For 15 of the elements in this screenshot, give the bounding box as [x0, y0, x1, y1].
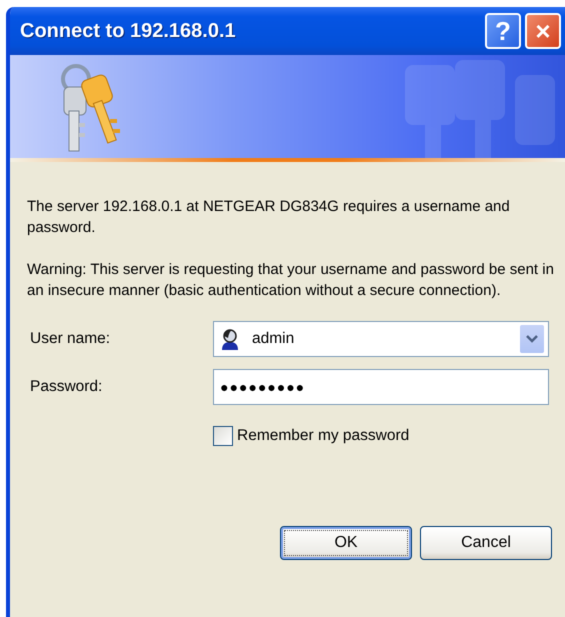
username-combo[interactable]: admin	[213, 321, 549, 357]
cancel-button[interactable]: Cancel	[420, 526, 552, 560]
checkbox-label: Remember my password	[237, 426, 410, 446]
user-icon	[220, 328, 240, 350]
password-field[interactable]: ●●●●●●●●●	[213, 369, 549, 405]
checkbox[interactable]	[213, 426, 233, 446]
window-title: Connect to 192.168.0.1	[20, 19, 236, 44]
ok-button[interactable]: OK	[280, 526, 412, 560]
server-message: The server 192.168.0.1 at NETGEAR DG834G requires a username and password.	[26, 197, 511, 238]
chevron-down-icon	[526, 335, 538, 343]
dropdown-button[interactable]	[520, 325, 544, 353]
help-button[interactable]: ?	[485, 13, 521, 49]
field-label: Password:	[30, 377, 104, 398]
security-warning: Warning: This server is requesting that your username and password be sent in an insecure manner (basic authentication without a secure connection).	[26, 260, 555, 301]
field-label: User name:	[30, 329, 112, 350]
